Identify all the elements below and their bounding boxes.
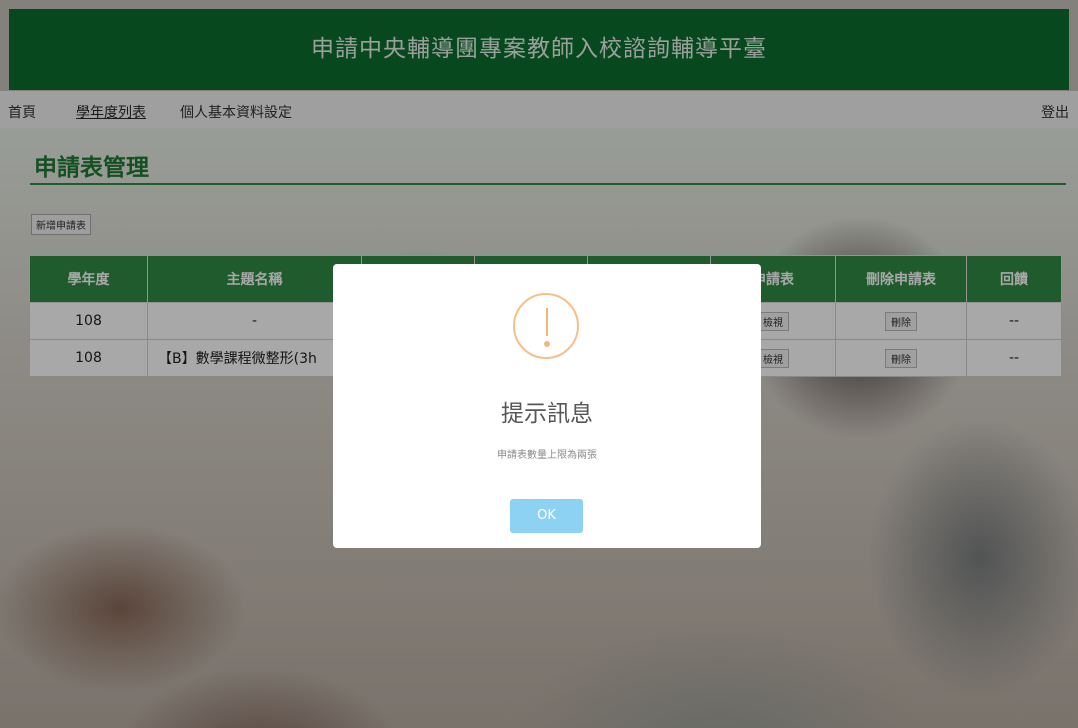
warning-icon xyxy=(513,293,579,359)
dialog-message: 申請表數量上限為兩張 xyxy=(497,450,597,461)
ok-button[interactable]: OK xyxy=(510,499,583,533)
dialog-title: 提示訊息 xyxy=(501,401,593,427)
alert-dialog: 提示訊息 申請表數量上限為兩張 OK xyxy=(333,264,761,548)
